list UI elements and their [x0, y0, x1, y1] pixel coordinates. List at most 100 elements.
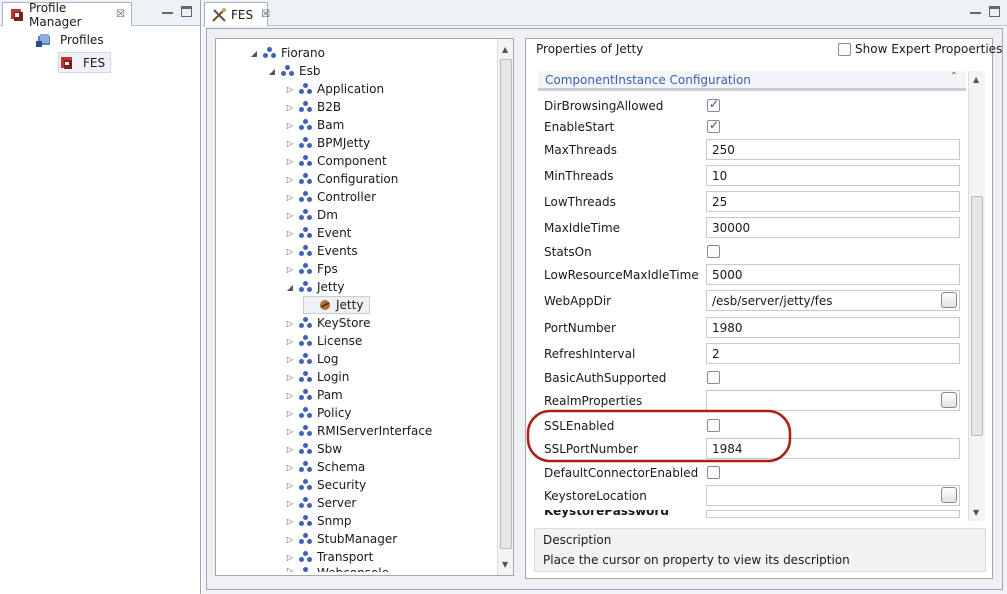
tree-node[interactable]: ▷ Events	[285, 242, 358, 260]
fes-tab[interactable]: FES ☒	[204, 2, 270, 26]
collapsed-icon[interactable]: ▷	[285, 373, 295, 382]
tree-node[interactable]: ▷ Server	[285, 494, 356, 512]
profiles-root[interactable]: Profiles	[36, 31, 104, 49]
tree-node[interactable]: ▷ Dm	[285, 206, 338, 224]
profile-manager-tab[interactable]: Profile Manager ☒	[2, 1, 132, 29]
property-checkbox[interactable]	[707, 371, 720, 384]
collapsed-icon[interactable]: ▷	[285, 517, 295, 526]
tree-node-fiorano[interactable]: ◢ Fiorano	[249, 44, 325, 62]
tree-node-jetty-selected[interactable]: Jetty	[303, 296, 371, 314]
collapsed-icon[interactable]: ▷	[285, 121, 295, 130]
scroll-up-icon[interactable]: ▲	[502, 45, 508, 54]
section-header[interactable]: ComponentInstance Configuration ⌃	[538, 71, 966, 91]
maximize-icon[interactable]	[181, 6, 192, 17]
tree-node[interactable]: ▷ Login	[285, 368, 349, 386]
collapsed-icon[interactable]: ▷	[285, 409, 295, 418]
close-icon[interactable]: ☒	[116, 9, 125, 20]
property-value-field[interactable]	[706, 510, 960, 518]
scroll-up-icon[interactable]: ▲	[973, 75, 979, 84]
property-value-field[interactable]: 1980	[706, 317, 960, 338]
tree-scrollbar[interactable]: ▲ ▼	[497, 39, 513, 575]
tree-node[interactable]: ▷ Fps	[285, 260, 338, 278]
property-value-field[interactable]: /esb/server/jetty/fes	[706, 290, 960, 311]
tree-node[interactable]: ▷ Configuration	[285, 170, 398, 188]
collapse-icon[interactable]: ⌃	[950, 71, 958, 82]
minimize-icon[interactable]	[162, 8, 173, 14]
collapsed-icon[interactable]: ▷	[285, 445, 295, 454]
collapsed-icon[interactable]: ▷	[285, 463, 295, 472]
property-value-field[interactable]: 2	[706, 343, 960, 364]
tree-node-esb[interactable]: ◢ Esb	[267, 62, 321, 80]
collapsed-icon[interactable]: ▷	[285, 319, 295, 328]
property-value-field[interactable]: 25	[706, 191, 960, 212]
maximize-icon[interactable]	[989, 6, 1000, 17]
property-value-field[interactable]: 30000	[706, 217, 960, 238]
property-checkbox[interactable]	[707, 245, 720, 258]
expanded-icon[interactable]: ◢	[249, 49, 259, 58]
tree-node[interactable]: ▷ Controller	[285, 188, 376, 206]
node-icon	[299, 280, 313, 294]
tree-node[interactable]: ▷ Schema	[285, 458, 365, 476]
property-checkbox[interactable]	[707, 97, 720, 112]
tree-node[interactable]: ▷ Event	[285, 224, 351, 242]
collapsed-icon[interactable]: ▷	[285, 175, 295, 184]
scroll-down-icon[interactable]: ▼	[973, 508, 979, 517]
collapsed-icon[interactable]: ▷	[285, 139, 295, 148]
browse-button[interactable]	[941, 292, 957, 308]
expanded-icon[interactable]: ◢	[285, 283, 295, 292]
property-checkbox[interactable]	[707, 466, 720, 479]
properties-scroll-thumb[interactable]	[971, 196, 983, 436]
tree-node[interactable]: ▷ StubManager	[285, 530, 397, 548]
collapsed-icon[interactable]: ▷	[285, 211, 295, 220]
tree-node[interactable]: ▷ Pam	[285, 386, 343, 404]
property-value-field[interactable]: 10	[706, 165, 960, 186]
collapsed-icon[interactable]: ▷	[285, 229, 295, 238]
tree-node[interactable]: ▷ Webconsole	[285, 566, 389, 572]
tree-node[interactable]: ▷ RMIServerInterface	[285, 422, 432, 440]
collapsed-icon[interactable]: ▷	[285, 157, 295, 166]
property-value-field[interactable]: 250	[706, 139, 960, 160]
close-icon[interactable]: ☒	[261, 9, 270, 20]
tree-node[interactable]: ▷ Policy	[285, 404, 352, 422]
collapsed-icon[interactable]: ▷	[285, 193, 295, 202]
tree-node[interactable]: ▷ Sbw	[285, 440, 342, 458]
expanded-icon[interactable]: ◢	[267, 67, 277, 76]
tree-scroll-thumb[interactable]	[500, 59, 512, 549]
collapsed-icon[interactable]: ▷	[285, 427, 295, 436]
profile-item-fes[interactable]: FES	[58, 52, 112, 73]
property-label: EnableStart	[544, 120, 615, 134]
collapsed-icon[interactable]: ▷	[285, 535, 295, 544]
collapsed-icon[interactable]: ▷	[285, 481, 295, 490]
collapsed-icon[interactable]: ▷	[285, 499, 295, 508]
show-expert-checkbox[interactable]	[838, 43, 851, 56]
properties-scrollbar[interactable]: ▲ ▼	[968, 71, 985, 521]
tree-node[interactable]: ▷ B2B	[285, 98, 341, 116]
collapsed-icon[interactable]: ▷	[285, 247, 295, 256]
tree-node[interactable]: ▷ License	[285, 332, 362, 350]
collapsed-icon[interactable]: ▷	[285, 566, 295, 572]
tree-node[interactable]: ▷ Snmp	[285, 512, 352, 530]
tree-node[interactable]: ▷ Log	[285, 350, 339, 368]
collapsed-icon[interactable]: ▷	[285, 553, 295, 562]
collapsed-icon[interactable]: ▷	[285, 337, 295, 346]
tree-node[interactable]: ▷ KeyStore	[285, 314, 371, 332]
collapsed-icon[interactable]: ▷	[285, 85, 295, 94]
property-checkbox[interactable]	[707, 118, 720, 133]
tree-node[interactable]: ▷ BPMJetty	[285, 134, 370, 152]
property-value-field[interactable]: 5000	[706, 264, 960, 285]
tree-node[interactable]: ▷ Transport	[285, 548, 373, 566]
minimize-icon[interactable]	[970, 8, 981, 14]
scroll-down-icon[interactable]: ▼	[502, 560, 508, 569]
collapsed-icon[interactable]: ▷	[285, 355, 295, 364]
tree-node[interactable]: ▷ Bam	[285, 116, 344, 134]
collapsed-icon[interactable]: ▷	[285, 265, 295, 274]
tree-node[interactable]: ▷ Component	[285, 152, 387, 170]
property-value-field[interactable]	[706, 485, 960, 506]
collapsed-icon[interactable]: ▷	[285, 103, 295, 112]
tree-node[interactable]: ▷ Application	[285, 80, 384, 98]
collapsed-icon[interactable]: ▷	[285, 391, 295, 400]
tree-node[interactable]: ◢ Jetty	[285, 278, 345, 296]
tree-node[interactable]: ▷ Security	[285, 476, 366, 494]
browse-button[interactable]	[941, 487, 957, 503]
browse-button[interactable]	[941, 392, 957, 408]
